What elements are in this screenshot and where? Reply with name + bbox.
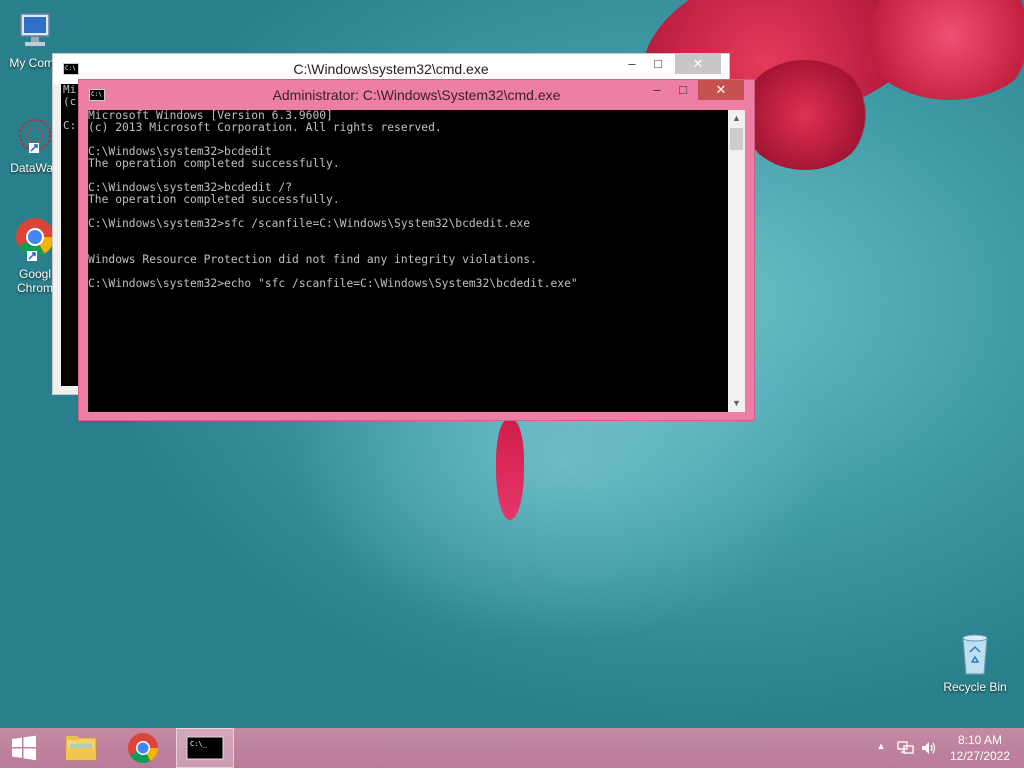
maximize-button[interactable]: □ [645, 54, 671, 74]
svg-text:C:\_: C:\_ [190, 740, 208, 748]
desktop: My Comp DataWag Googl Chrom Recycle Bin … [0, 0, 1024, 728]
title-bar[interactable]: C:\ Administrator: C:\Windows\System32\c… [79, 80, 754, 110]
datawag-icon [19, 119, 51, 153]
minimize-button[interactable]: – [644, 80, 670, 100]
flower-petal-decoration [860, 0, 1024, 100]
console-output[interactable]: Microsoft Windows [Version 6.3.9600] (c) … [88, 110, 728, 412]
recycle-bin-icon [962, 634, 988, 675]
scroll-up-icon[interactable]: ▲ [728, 110, 745, 127]
cmd-window-administrator[interactable]: C:\ Administrator: C:\Windows\System32\c… [78, 79, 755, 421]
console-line: C:\Windows\system32>sfc /scanfile=C:\Win… [88, 217, 531, 230]
computer-icon [20, 13, 50, 46]
start-button[interactable] [0, 728, 48, 768]
console-line: C:\Windows\system32>echo "sfc /scanfile=… [88, 277, 578, 290]
clock-time[interactable]: 8:10 AM [944, 733, 1016, 747]
console-line: (c) 2013 Microsoft Corporation. All righ… [88, 121, 442, 134]
windows-logo-icon [12, 735, 36, 761]
volume-icon[interactable] [920, 740, 938, 756]
network-icon[interactable] [897, 740, 915, 756]
console-line: The operation completed successfully. [88, 157, 340, 170]
desktop-icon-recycle-bin[interactable]: Recycle Bin [940, 630, 1010, 694]
chrome-icon [128, 733, 158, 764]
flower-petal-decoration [740, 60, 870, 170]
minimize-button[interactable]: – [619, 54, 645, 74]
chrome-icon [16, 218, 55, 261]
maximize-button[interactable]: □ [670, 80, 696, 100]
scrollbar-thumb[interactable] [730, 128, 743, 150]
desktop-icon-label: Recycle Bin [943, 680, 1007, 694]
console-line: Windows Resource Protection did not find… [88, 253, 537, 266]
vertical-scrollbar[interactable]: ▲ ▼ [728, 110, 745, 412]
taskbar: C:\_ ▲ 8:10 AM 12/27/2022 [0, 728, 1024, 768]
taskbar-file-explorer[interactable] [58, 728, 104, 768]
show-hidden-icons-button[interactable]: ▲ [872, 741, 890, 751]
flower-stem-decoration [496, 420, 524, 520]
taskbar-google-chrome[interactable] [120, 728, 166, 768]
scroll-down-icon[interactable]: ▼ [728, 395, 745, 412]
console-line: The operation completed successfully. [88, 193, 340, 206]
clock-date[interactable]: 12/27/2022 [944, 749, 1016, 763]
taskbar-cmd-active[interactable]: C:\_ [176, 728, 234, 768]
close-button[interactable]: ✕ [675, 54, 721, 74]
cmd-icon: C:\_ [186, 736, 224, 760]
folder-icon [65, 736, 97, 761]
close-button[interactable]: ✕ [698, 80, 744, 100]
